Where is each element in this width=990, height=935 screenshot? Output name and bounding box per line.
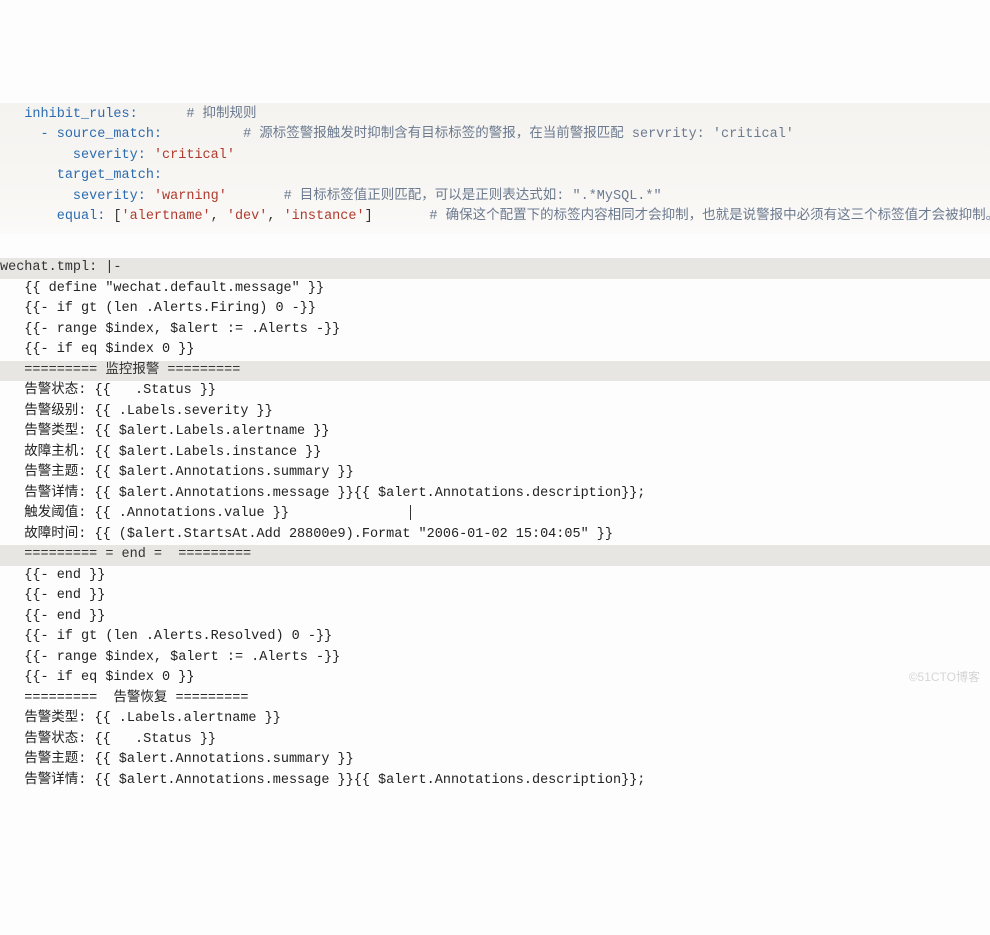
yaml-string: 'instance': [284, 209, 365, 224]
template-line: 告警状态: {{ .Status }}: [0, 732, 216, 747]
yaml-key: severity:: [73, 189, 146, 204]
template-line: wechat.tmpl: |-: [0, 258, 990, 279]
yaml-string: 'dev': [227, 209, 268, 224]
yaml-key: equal:: [57, 209, 106, 224]
template-line: 告警详情: {{ $alert.Annotations.message }}{{…: [0, 486, 645, 501]
template-line: 告警类型: {{ .Labels.alertname }}: [0, 711, 281, 726]
yaml-comment: # 确保这个配置下的标签内容相同才会抑制，也就是说警报中必须有这三个标签值才会被…: [429, 209, 990, 224]
template-line: 告警类型: {{ $alert.Labels.alertname }}: [0, 424, 329, 439]
template-line: 告警主题: {{ $alert.Annotations.summary }}: [0, 752, 354, 767]
template-line: {{- range $index, $alert := .Alerts -}}: [0, 650, 340, 665]
template-line: 故障主机: {{ $alert.Labels.instance }}: [0, 445, 321, 460]
yaml-key: severity:: [73, 148, 146, 163]
template-line: 告警详情: {{ $alert.Annotations.message }}{{…: [0, 773, 645, 788]
template-line: ========= 监控报警 =========: [0, 361, 990, 382]
yaml-comment: # 抑制规则: [186, 107, 256, 122]
template-line: {{- if eq $index 0 }}: [0, 342, 194, 357]
template-line: {{- range $index, $alert := .Alerts -}}: [0, 322, 340, 337]
yaml-key: target_match:: [57, 168, 162, 183]
template-line: {{ define "wechat.default.message" }}: [0, 281, 324, 296]
template-line: 故障时间: {{ ($alert.StartsAt.Add 28800e9).F…: [0, 527, 613, 542]
template-line: {{- end }}: [0, 568, 105, 583]
yaml-key: - source_match:: [41, 127, 163, 142]
yaml-string: 'warning': [154, 189, 227, 204]
template-line: {{- end }}: [0, 609, 105, 624]
yaml-comment: # 目标标签值正则匹配，可以是正则表达式如: ".*MySQL.*": [284, 189, 662, 204]
template-line: 告警主题: {{ $alert.Annotations.summary }}: [0, 465, 354, 480]
watermark: ©51CTO博客: [909, 667, 980, 688]
template-line: {{- if eq $index 0 }}: [0, 670, 194, 685]
template-line: {{- if gt (len .Alerts.Firing) 0 -}}: [0, 301, 316, 316]
template-line: {{- if gt (len .Alerts.Resolved) 0 -}}: [0, 629, 332, 644]
yaml-string: 'critical': [154, 148, 235, 163]
template-line: 告警状态: {{ .Status }}: [0, 383, 216, 398]
yaml-config-section: inhibit_rules: # 抑制规则 - source_match: # …: [0, 103, 990, 234]
yaml-comment: # 源标签警报触发时抑制含有目标标签的警报，在当前警报匹配 servrity: …: [243, 127, 794, 142]
yaml-key: inhibit_rules:: [24, 107, 137, 122]
template-line: {{- end }}: [0, 588, 105, 603]
template-line: 告警级别: {{ .Labels.severity }}: [0, 404, 273, 419]
yaml-string: 'alertname': [122, 209, 211, 224]
template-section: wechat.tmpl: |- {{ define "wechat.defaul…: [0, 254, 990, 791]
text-cursor: [410, 505, 411, 520]
template-line: 触发阈值: {{ .Annotations.value }}: [0, 506, 289, 521]
code-document: inhibit_rules: # 抑制规则 - source_match: # …: [0, 82, 990, 812]
template-line: ========= = end = =========: [0, 545, 990, 566]
